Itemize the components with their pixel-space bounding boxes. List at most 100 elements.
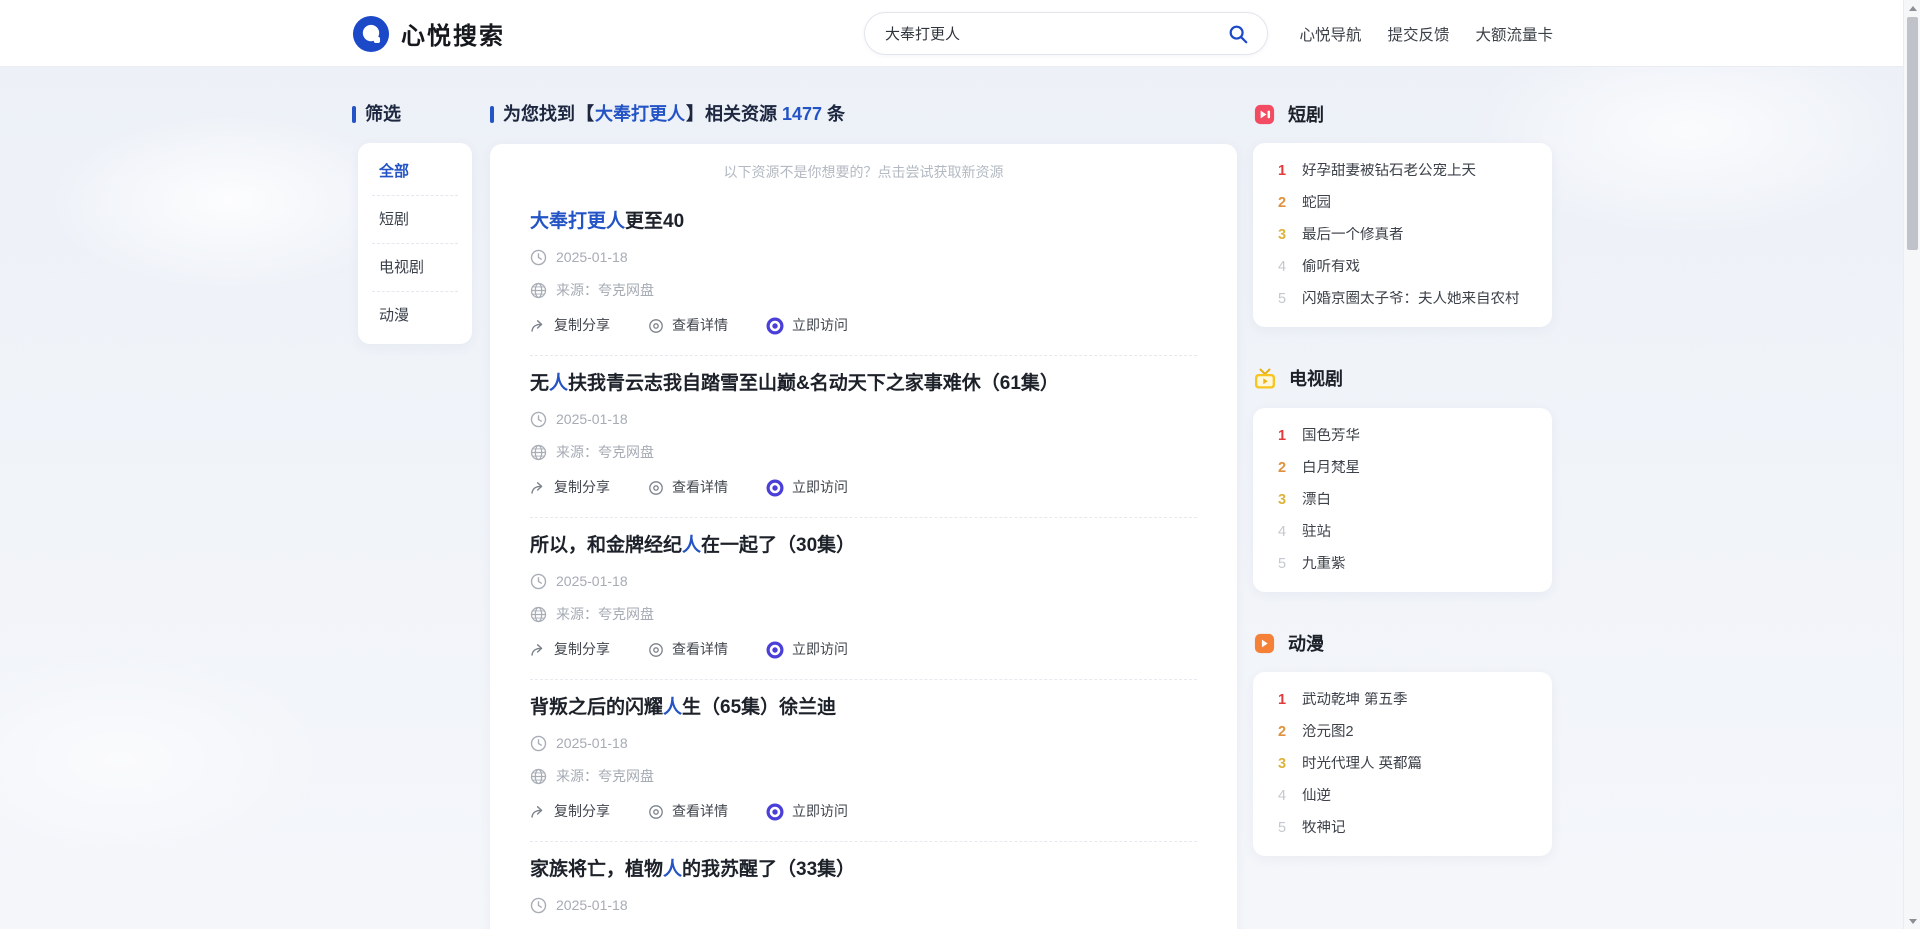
filter-title: 筛选 — [352, 103, 473, 125]
clock-icon — [530, 735, 547, 752]
rank-number: 5 — [1277, 556, 1287, 572]
result-title[interactable]: 所以，和金牌经纪人在一起了（30集） — [530, 534, 1197, 558]
rank-number: 3 — [1277, 756, 1287, 772]
ranking-item[interactable]: 4 偷听有戏 — [1253, 251, 1552, 283]
ranking-item[interactable]: 2 蛇园 — [1253, 187, 1552, 219]
copy-share-button[interactable]: 复制分享 — [530, 478, 610, 497]
filter-item-anime[interactable]: 动漫 — [358, 292, 472, 339]
search-icon — [1227, 23, 1249, 45]
view-detail-button[interactable]: 查看详情 — [648, 802, 728, 821]
ranking-header: 短剧 — [1253, 103, 1552, 126]
filter-item-all[interactable]: 全部 — [358, 148, 472, 195]
search-button[interactable] — [1225, 21, 1251, 47]
logo[interactable]: 心悦搜索 — [352, 0, 505, 67]
rank-number: 2 — [1277, 195, 1287, 211]
result-title[interactable]: 无人扶我青云志我自踏雪至山巅&名动天下之家事难休（61集） — [530, 372, 1197, 396]
heading-bracket-open: 【 — [576, 104, 594, 124]
scrollbar-thumb[interactable] — [1907, 17, 1918, 250]
ranking-item[interactable]: 4 驻站 — [1253, 516, 1552, 548]
anime-play-icon — [1253, 632, 1276, 655]
nav-link-feedback[interactable]: 提交反馈 — [1387, 23, 1449, 45]
rank-label: 武动乾坤 第五季 — [1302, 692, 1408, 708]
heading-prefix: 为您找到 — [503, 104, 575, 124]
result-actions: 复制分享 查看详情 立即访问 — [530, 640, 1197, 659]
rank-number: 5 — [1277, 820, 1287, 836]
visit-circle-icon — [766, 641, 784, 659]
rank-label: 好孕甜妻被钻石老公宠上天 — [1302, 163, 1476, 179]
heading-suffix: 条 — [827, 104, 846, 124]
rank-label: 仙逆 — [1302, 788, 1331, 804]
ranking-item[interactable]: 3 最后一个修真者 — [1253, 219, 1552, 251]
result-title[interactable]: 大奉打更人更至40 — [530, 210, 1197, 234]
ranking-item[interactable]: 5 九重紫 — [1253, 548, 1552, 580]
globe-icon — [530, 768, 547, 785]
copy-share-button[interactable]: 复制分享 — [530, 316, 610, 335]
view-detail-button[interactable]: 查看详情 — [648, 478, 728, 497]
visit-circle-icon — [766, 317, 784, 335]
copy-share-button[interactable]: 复制分享 — [530, 640, 610, 659]
ranking-sidebar: 短剧 1 好孕甜妻被钻石老公宠上天 2 蛇园 3 最后一个修真者 4 偷听有戏 5 闪婚京… — [1253, 103, 1552, 896]
ranking-item[interactable]: 2 白月梵星 — [1253, 452, 1552, 484]
result-title[interactable]: 家族将亡，植物人的我苏醒了（33集） — [530, 858, 1197, 882]
filter-item-short-drama[interactable]: 短剧 — [358, 196, 472, 243]
nav-link-data-card[interactable]: 大额流量卡 — [1475, 23, 1553, 45]
rank-label: 驻站 — [1302, 524, 1331, 540]
search-input[interactable] — [885, 25, 1225, 42]
heading-keyword: 大奉打更人 — [595, 104, 685, 124]
view-detail-button[interactable]: 查看详情 — [648, 316, 728, 335]
result-actions: 复制分享 查看详情 立即访问 — [530, 478, 1197, 497]
result-date: 2025-01-18 — [530, 248, 1197, 267]
globe-icon — [530, 282, 547, 299]
rank-number: 1 — [1277, 692, 1287, 708]
results-main: 为您找到 【 大奉打更人 】 相关资源 1477 条 以下资源不是你想要的？点击… — [490, 103, 1237, 929]
ranking-item[interactable]: 3 漂白 — [1253, 484, 1552, 516]
up-triangle-icon — [1908, 5, 1917, 11]
result-date: 2025-01-18 — [530, 572, 1197, 591]
rank-label: 时光代理人 英都篇 — [1302, 756, 1423, 772]
visit-circle-icon — [766, 479, 784, 497]
refresh-hint[interactable]: 以下资源不是你想要的？点击尝试获取新资源 — [530, 162, 1197, 194]
result-item: 背叛之后的闪耀人生（65集）徐兰迪 2025-01-18 来源：夸克网盘 复制分… — [530, 680, 1197, 841]
visit-now-button[interactable]: 立即访问 — [766, 478, 848, 497]
result-date: 2025-01-18 — [530, 734, 1197, 753]
ranking-item[interactable]: 3 时光代理人 英都篇 — [1253, 748, 1552, 780]
clock-icon — [530, 573, 547, 590]
ranking-title: 电视剧 — [1289, 369, 1343, 389]
detail-eye-icon — [648, 318, 664, 334]
detail-eye-icon — [648, 642, 664, 658]
result-item: 无人扶我青云志我自踏雪至山巅&名动天下之家事难休（61集） 2025-01-18… — [530, 356, 1197, 517]
ranking-item[interactable]: 5 牧神记 — [1253, 812, 1552, 844]
share-icon — [530, 318, 546, 334]
ranking-item[interactable]: 1 武动乾坤 第五季 — [1253, 684, 1552, 716]
result-title[interactable]: 背叛之后的闪耀人生（65集）徐兰迪 — [530, 696, 1197, 720]
rank-number: 4 — [1277, 788, 1287, 804]
visit-now-button[interactable]: 立即访问 — [766, 802, 848, 821]
nav-link-xinyue-nav[interactable]: 心悦导航 — [1299, 23, 1361, 45]
globe-icon — [530, 606, 547, 623]
ranking-item[interactable]: 5 闪婚京圈太子爷：夫人她来自农村 — [1253, 283, 1552, 315]
ranking-item[interactable]: 2 沧元图2 — [1253, 716, 1552, 748]
ranking-item[interactable]: 1 好孕甜妻被钻石老公宠上天 — [1253, 155, 1552, 187]
ranking-item[interactable]: 4 仙逆 — [1253, 780, 1552, 812]
ranking-section-short-drama: 短剧 1 好孕甜妻被钻石老公宠上天 2 蛇园 3 最后一个修真者 4 偷听有戏 5 闪婚京… — [1253, 103, 1552, 327]
visit-circle-icon — [766, 803, 784, 821]
header: 心悦搜索 心悦导航 提交反馈 大额流量卡 — [0, 0, 1920, 67]
rank-label: 国色芳华 — [1302, 428, 1360, 444]
results-heading: 为您找到 【 大奉打更人 】 相关资源 1477 条 — [490, 103, 1237, 125]
view-detail-button[interactable]: 查看详情 — [648, 640, 728, 659]
visit-now-button[interactable]: 立即访问 — [766, 640, 848, 659]
detail-eye-icon — [648, 480, 664, 496]
visit-now-button[interactable]: 立即访问 — [766, 316, 848, 335]
ranking-title: 动漫 — [1288, 633, 1324, 654]
rank-label: 牧神记 — [1302, 820, 1346, 836]
rank-number: 1 — [1277, 163, 1287, 179]
search-bar — [864, 12, 1268, 55]
scrollbar-up-arrow[interactable] — [1904, 0, 1920, 16]
copy-share-button[interactable]: 复制分享 — [530, 802, 610, 821]
heading-middle: 相关资源 — [705, 104, 777, 124]
scrollbar-down-arrow[interactable] — [1904, 913, 1920, 929]
heading-bracket-close: 】 — [686, 104, 704, 124]
rank-number: 3 — [1277, 492, 1287, 508]
filter-item-tv-series[interactable]: 电视剧 — [358, 244, 472, 291]
ranking-item[interactable]: 1 国色芳华 — [1253, 420, 1552, 452]
